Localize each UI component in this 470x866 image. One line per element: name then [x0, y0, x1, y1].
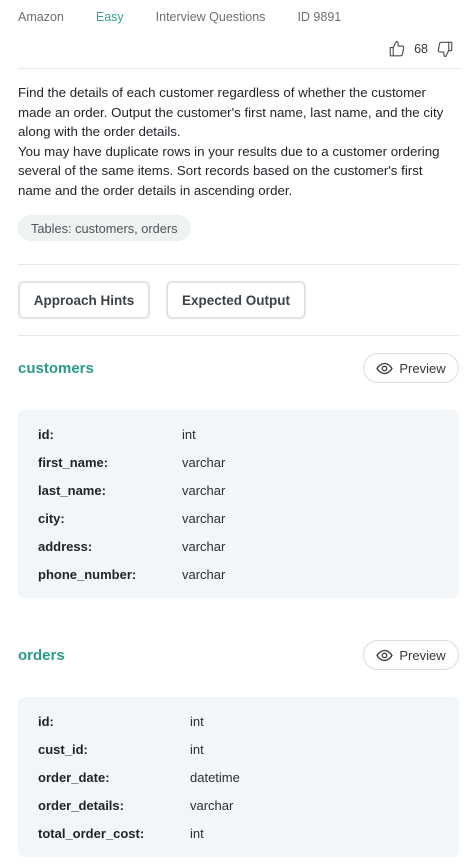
column-name: order_date: [38, 769, 110, 785]
description-paragraph: Find the details of each customer regard… [18, 85, 444, 140]
schema-row: phone_number: varchar [38, 565, 459, 583]
column-name: total_order_cost: [38, 825, 145, 841]
schema-row: cust_id: int [38, 740, 459, 758]
schema-row: total_order_cost: int [38, 824, 459, 842]
column-type: int [190, 713, 204, 729]
preview-label: Preview [399, 647, 446, 663]
question-description: Find the details of each customer regard… [18, 83, 458, 201]
question-meta: Amazon Easy Interview Questions ID 9891 [18, 9, 373, 25]
column-name: city: [38, 510, 65, 526]
column-name: id: [38, 713, 54, 729]
schema-row: order_details: varchar [38, 796, 459, 814]
divider [18, 68, 460, 69]
schema-customers: id: int first_name: varchar last_name: v… [18, 410, 459, 598]
column-type: varchar [190, 797, 234, 813]
column-name: address: [38, 538, 93, 554]
vote-count: 68 [414, 42, 428, 56]
tables-badge: Tables: customers, orders [18, 215, 191, 241]
column-type: varchar [182, 538, 226, 554]
question-id: ID 9891 [297, 10, 342, 24]
schema-row: last_name: varchar [38, 481, 459, 499]
schema-row: address: varchar [38, 537, 459, 555]
preview-label: Preview [399, 360, 446, 376]
schema-row: first_name: varchar [38, 453, 459, 471]
column-type: int [190, 741, 204, 757]
preview-button-customers[interactable]: Preview [363, 353, 459, 383]
company-tag[interactable]: Amazon [18, 10, 64, 24]
schema-row: id: int [38, 712, 459, 730]
column-name: first_name: [38, 454, 109, 470]
column-type: int [182, 426, 196, 442]
column-type: varchar [182, 566, 226, 582]
divider [18, 335, 460, 336]
approach-hints-button[interactable]: Approach Hints [18, 281, 150, 319]
expected-output-button[interactable]: Expected Output [166, 281, 306, 319]
schema-row: city: varchar [38, 509, 459, 527]
divider [18, 264, 460, 265]
thumbs-down-icon[interactable] [436, 40, 454, 58]
difficulty-tag[interactable]: Easy [96, 10, 124, 24]
column-name: order_details: [38, 797, 124, 813]
column-name: last_name: [38, 482, 106, 498]
vote-controls: 68 [388, 40, 454, 58]
schema-orders: id: int cust_id: int order_date: datetim… [18, 697, 459, 857]
preview-button-orders[interactable]: Preview [363, 640, 459, 670]
column-type: datetime [190, 769, 240, 785]
column-type: varchar [182, 510, 226, 526]
schema-row: id: int [38, 425, 459, 443]
column-type: varchar [182, 454, 226, 470]
column-name: id: [38, 426, 54, 442]
column-type: int [190, 825, 204, 841]
eye-icon [376, 647, 394, 664]
column-type: varchar [182, 482, 226, 498]
eye-icon [376, 360, 394, 377]
column-name: phone_number: [38, 566, 137, 582]
thumbs-up-icon[interactable] [388, 40, 406, 58]
table-title-orders: orders [18, 647, 65, 664]
description-paragraph: You may have duplicate rows in your resu… [18, 143, 440, 198]
category-tag[interactable]: Interview Questions [156, 10, 266, 24]
table-title-customers: customers [18, 360, 94, 377]
schema-row: order_date: datetime [38, 768, 459, 786]
column-name: cust_id: [38, 741, 88, 757]
